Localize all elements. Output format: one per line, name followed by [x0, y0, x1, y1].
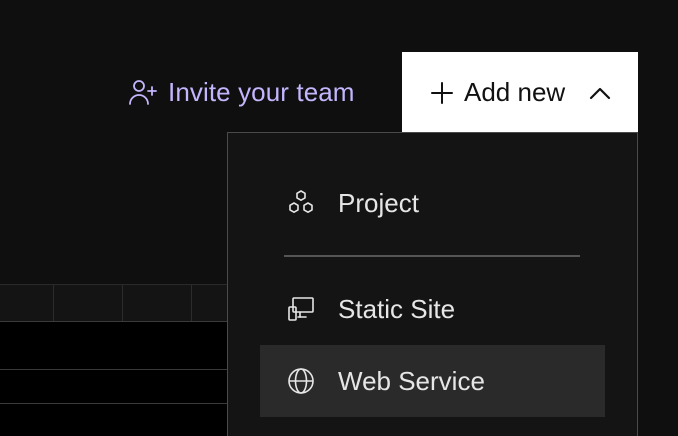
table-row[interactable]	[0, 404, 240, 436]
menu-item-static-site[interactable]: Static Site	[260, 273, 605, 345]
add-new-label: Add new	[464, 77, 566, 107]
invite-team-link[interactable]: Invite your team	[128, 74, 355, 110]
column-divider	[53, 285, 54, 321]
plus-icon	[430, 81, 454, 105]
globe-icon	[286, 366, 316, 396]
menu-divider	[284, 255, 580, 257]
page: Invite your team Add new Project Static …	[0, 0, 678, 436]
project-hexagons-icon	[286, 188, 316, 218]
background-table	[0, 284, 240, 436]
chevron-up-icon	[589, 86, 611, 100]
table-row[interactable]	[0, 322, 240, 370]
invite-team-label: Invite your team	[168, 76, 355, 107]
column-divider	[191, 285, 192, 321]
menu-item-label: Web Service	[338, 365, 485, 396]
menu-item-label: Static Site	[338, 293, 456, 324]
menu-item-label: Project	[338, 187, 419, 218]
table-header	[0, 284, 240, 322]
add-new-button[interactable]: Add new	[402, 52, 638, 133]
column-divider	[122, 285, 123, 321]
menu-item-project[interactable]: Project	[260, 167, 605, 239]
add-new-menu: Project Static Site Web Service	[227, 132, 638, 436]
user-plus-icon	[128, 77, 158, 107]
static-site-icon	[286, 294, 316, 324]
menu-item-web-service[interactable]: Web Service	[260, 345, 605, 417]
table-row[interactable]	[0, 370, 240, 404]
